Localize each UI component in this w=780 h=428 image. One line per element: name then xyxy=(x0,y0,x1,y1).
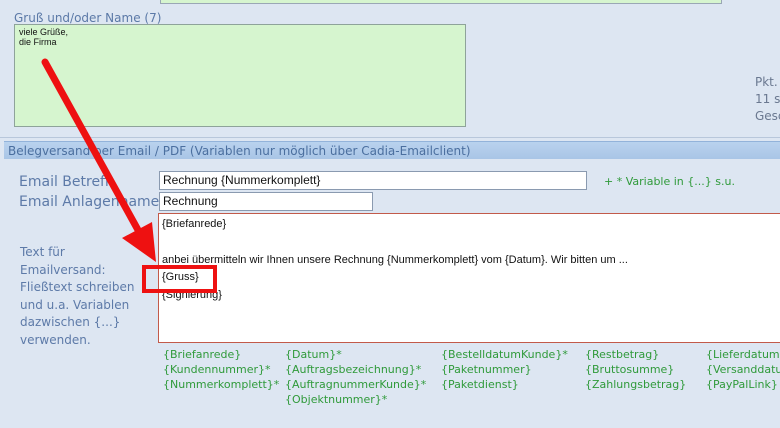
section-header: Belegversand per Email / PDF (Variablen … xyxy=(4,141,780,159)
email-text-line: {Briefanrede} xyxy=(162,218,227,230)
greeting-line: viele Grüße, xyxy=(19,27,69,37)
variable-item: {Versanddatu xyxy=(706,363,780,376)
greeting-line: die Firma xyxy=(19,37,57,47)
variable-item: {Bruttosumme} xyxy=(585,363,675,376)
email-text-label: Text für Emailversand: Fließtext schreib… xyxy=(20,244,134,350)
email-text-label-line: dazwischen {...} xyxy=(20,315,121,330)
divider xyxy=(0,137,780,138)
variable-item: {Briefanrede} xyxy=(163,348,242,361)
email-text-label-line: Text für xyxy=(20,245,65,259)
variable-item: {Zahlungsbetrag} xyxy=(585,378,687,391)
greeting-label: Gruß und/oder Name (7) xyxy=(14,11,162,25)
variable-column: {BestelldatumKunde}* {Paketnummer} {Pake… xyxy=(441,347,568,392)
variable-item: {Paketnummer} xyxy=(441,363,532,376)
variable-item: {Auftragsbezeichnung}* xyxy=(285,363,422,376)
variable-column: {Datum}* {Auftragsbezeichnung}* {Auftrag… xyxy=(285,347,426,407)
right-info-line: Pkt. xyxy=(755,75,778,89)
variable-column: {Briefanrede} {Kundennummer}* {Nummerkom… xyxy=(163,347,279,392)
email-text-label-line: verwenden. xyxy=(20,332,91,347)
top-field-strip[interactable] xyxy=(160,0,722,4)
variable-item: {Paketdienst} xyxy=(441,378,519,391)
right-info-panel: Pkt. 11 si Gesc xyxy=(755,74,780,125)
right-info-line: Gesc xyxy=(755,109,780,123)
gruss-highlight-box xyxy=(142,265,217,293)
variable-item: {PayPalLink} xyxy=(706,378,778,391)
email-text-label-line: Fließtext schreiben xyxy=(20,280,135,295)
variable-column: {Restbetrag} {Bruttosumme} {Zahlungsbetr… xyxy=(585,347,686,392)
variable-hint: + * Variable in {...} s.u. xyxy=(604,175,735,188)
email-text-label-line: und u.a. Variablen xyxy=(20,297,130,312)
email-subject-input[interactable]: Rechnung {Nummerkomplett} xyxy=(159,171,587,190)
variable-column: {Lieferdatum} {Versanddatu {PayPalLink} xyxy=(706,347,780,392)
email-attachment-input[interactable]: Rechnung xyxy=(159,192,373,211)
variable-item: {BestelldatumKunde}* xyxy=(441,348,568,361)
variable-item: {AuftragnummerKunde}* xyxy=(285,378,427,391)
email-text-line: anbei übermitteln wir Ihnen unsere Rechn… xyxy=(162,254,628,266)
email-subject-label: Email Betreff: xyxy=(19,174,115,190)
email-text-textarea[interactable]: {Briefanrede} anbei übermitteln wir Ihne… xyxy=(158,213,780,343)
variable-item: {Nummerkomplett}* xyxy=(163,378,280,391)
email-attachment-label: Email Anlagenname: xyxy=(19,194,165,210)
variable-item: {Restbetrag} xyxy=(585,348,660,361)
variable-item: {Datum}* xyxy=(285,348,342,361)
variable-item: {Lieferdatum} xyxy=(706,348,780,361)
right-info-line: 11 si xyxy=(755,92,780,106)
variable-item: {Objektnummer}* xyxy=(285,393,388,406)
greeting-textarea[interactable]: viele Grüße, die Firma xyxy=(14,24,466,127)
email-text-label-line: Emailversand: xyxy=(20,262,106,277)
variable-item: {Kundennummer}* xyxy=(163,363,271,376)
